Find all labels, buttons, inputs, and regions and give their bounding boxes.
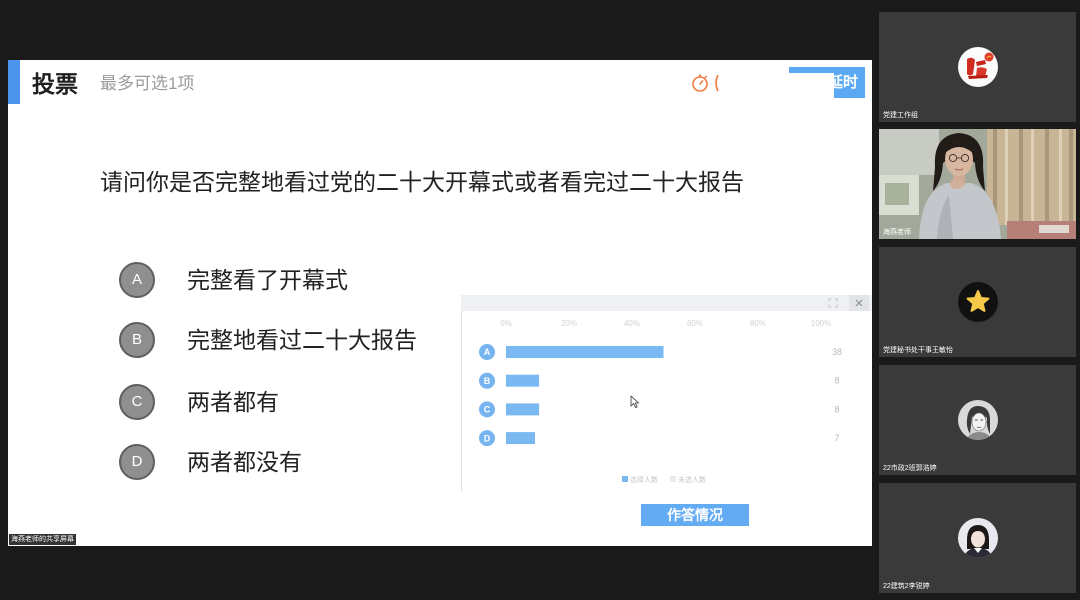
option-d-text[interactable]: 两者都没有 xyxy=(187,447,302,477)
overlay-cover xyxy=(720,73,834,98)
legend-swatch xyxy=(670,476,676,482)
participant-tile[interactable]: 22建筑2李锐婷 xyxy=(879,483,1076,593)
option-b-text[interactable]: 完整地看过二十大报告 xyxy=(187,325,417,355)
category-label-c: C xyxy=(484,405,491,415)
bar-d xyxy=(506,432,535,445)
option-b-badge[interactable]: B xyxy=(119,322,155,358)
legend-label: 未选人数 xyxy=(678,475,706,484)
x-tick-label: 80% xyxy=(750,319,766,328)
count-label-c: 8 xyxy=(834,404,839,414)
x-tick-label: 0% xyxy=(500,319,512,328)
screen-share-label: 海燕老师的共享屏幕 xyxy=(9,534,76,545)
stopwatch-icon xyxy=(692,74,708,92)
header-accent-bar xyxy=(8,60,20,104)
shared-screen[interactable]: 投票 最多可选1项 延时 请问你是否完整地看过党的二十大开幕式或者看完过二十大报… xyxy=(8,60,872,546)
participant-name: 22市政2班郭浩婷 xyxy=(883,465,937,472)
legend-label: 选择人数 xyxy=(630,475,658,484)
timer-digits-partial xyxy=(715,74,719,92)
results-panel-header xyxy=(461,295,872,311)
panel-border xyxy=(461,295,462,492)
legend-swatch xyxy=(622,476,628,482)
participant-name: 党建工作组 xyxy=(883,112,918,119)
participant-name: 海燕老师 xyxy=(883,229,911,236)
student-photo-avatar xyxy=(958,518,998,558)
poll-subtitle: 最多可选1项 xyxy=(100,74,195,93)
category-label-a: A xyxy=(484,347,491,357)
participant-name: 22建筑2李锐婷 xyxy=(883,583,930,590)
x-tick-label: 100% xyxy=(811,319,831,328)
close-button[interactable] xyxy=(849,295,869,311)
participant-tile[interactable]: 党建秘书处干事王敏怡 xyxy=(879,247,1076,357)
count-label-a: 38 xyxy=(832,347,842,357)
participant-name: 党建秘书处干事王敏怡 xyxy=(883,347,953,354)
results-panel: 0% 20% 40% 60% 80% 100% A 38 B 8 C 8 D 7 选择人数 未选人数 xyxy=(461,295,872,492)
results-bar-chart: 0% 20% 40% 60% 80% 100% A 38 B 8 C 8 D 7 选择人数 未选人数 xyxy=(479,319,842,484)
x-tick-label: 20% xyxy=(561,319,577,328)
poll-title: 投票 xyxy=(32,71,78,97)
count-label-b: 8 xyxy=(834,376,839,386)
option-c-text[interactable]: 两者都有 xyxy=(187,387,279,417)
participant-tile-video[interactable]: 海燕老师 xyxy=(879,129,1076,239)
camera-video-feed xyxy=(879,129,1076,239)
x-tick-label: 60% xyxy=(687,319,703,328)
expand-icon[interactable] xyxy=(828,298,838,308)
bar-c xyxy=(506,403,540,416)
category-label-b: B xyxy=(484,376,491,386)
mouse-cursor xyxy=(630,395,639,408)
bar-b xyxy=(506,374,540,387)
sketch-portrait-avatar xyxy=(958,400,998,440)
close-icon[interactable] xyxy=(855,299,863,307)
poll-question: 请问你是否完整地看过党的二十大开幕式或者看完过二十大报告 xyxy=(100,169,744,195)
option-a-text[interactable]: 完整看了开幕式 xyxy=(187,265,348,295)
star-avatar xyxy=(958,282,998,322)
answer-status-button[interactable]: 作答情况 xyxy=(641,504,749,526)
category-label-d: D xyxy=(484,433,491,443)
option-d-badge[interactable]: D xyxy=(119,444,155,480)
participant-tile[interactable]: 党建工作组 xyxy=(879,12,1076,122)
participant-tile[interactable]: 22市政2班郭浩婷 xyxy=(879,365,1076,475)
count-label-d: 7 xyxy=(834,433,839,443)
bar-a xyxy=(506,346,664,358)
party-emblem-avatar xyxy=(958,47,998,87)
x-tick-label: 40% xyxy=(624,319,640,328)
option-c-badge[interactable]: C xyxy=(119,384,155,420)
option-a-badge[interactable]: A xyxy=(119,262,155,298)
